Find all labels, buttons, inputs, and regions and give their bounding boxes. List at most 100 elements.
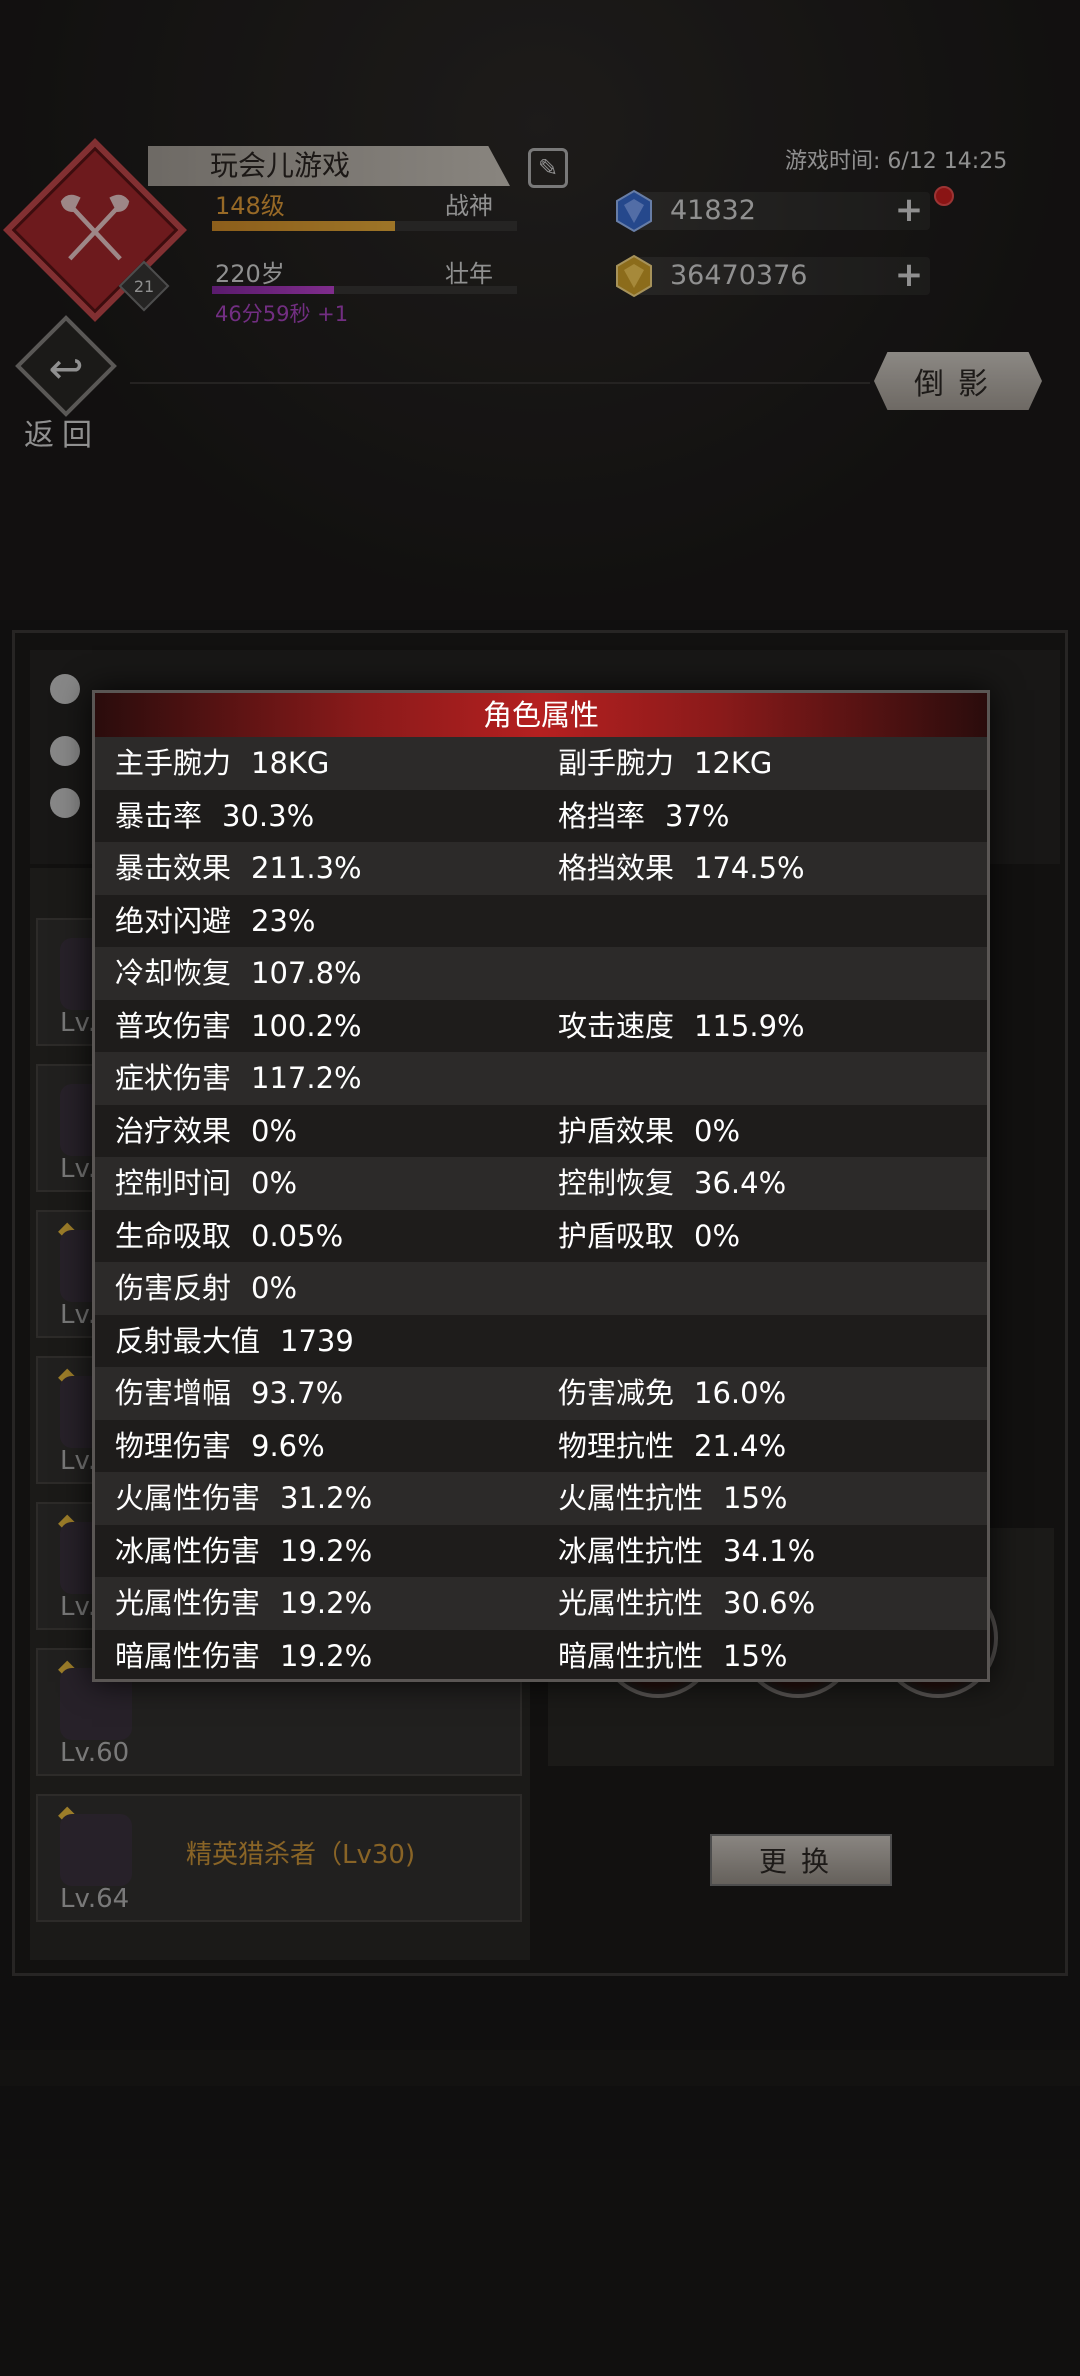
attribute-value: 19.2% <box>280 1533 373 1568</box>
attribute-value: 0% <box>251 1271 298 1305</box>
attribute-row: 火属性伤害 31.2% 火属性抗性 15% <box>95 1472 987 1525</box>
attribute-left: 伤害增幅 93.7% <box>115 1367 343 1420</box>
attribute-name: 火属性伤害 <box>115 1481 261 1515</box>
attribute-name: 格挡率 <box>558 798 646 833</box>
attribute-left: 症状伤害 117.2% <box>115 1052 362 1105</box>
attribute-value: 1739 <box>280 1323 354 1358</box>
attribute-name: 物理伤害 <box>115 1428 232 1463</box>
attribute-row: 冷却恢复 107.8% <box>95 947 987 1000</box>
attribute-value: 19.2% <box>280 1586 373 1620</box>
attribute-value: 15% <box>723 1481 788 1515</box>
attribute-right: 火属性抗性 15% <box>558 1472 787 1525</box>
attribute-name: 光属性抗性 <box>558 1586 704 1620</box>
attribute-row: 治疗效果 0% 护盾效果 0% <box>95 1104 987 1158</box>
attribute-name: 主手腕力 <box>115 746 232 780</box>
attribute-name: 生命吸取 <box>115 1218 232 1253</box>
attribute-row: 暴击率 30.3% 格挡率 37% <box>95 789 987 843</box>
attribute-name: 伤害反射 <box>115 1271 232 1305</box>
attribute-value: 0% <box>251 1166 298 1200</box>
attributes-modal: 角色属性 主手腕力 18KG 副手腕力 12KG 暴击率 30.3% 格挡率 37% 暴击效果 2… <box>92 690 990 1682</box>
attribute-name: 控制时间 <box>115 1166 232 1200</box>
attribute-left: 绝对闪避 23% <box>115 895 315 948</box>
attribute-left: 冰属性伤害 19.2% <box>115 1525 372 1578</box>
attribute-left: 火属性伤害 31.2% <box>115 1472 372 1525</box>
attribute-left: 光属性伤害 19.2% <box>115 1577 372 1630</box>
attribute-left: 普攻伤害 100.2% <box>115 1000 362 1053</box>
attribute-right: 格挡效果 174.5% <box>558 842 805 895</box>
attribute-value: 15% <box>723 1638 788 1673</box>
attribute-name: 物理抗性 <box>558 1428 675 1463</box>
attribute-row: 伤害反射 0% <box>95 1262 987 1315</box>
attribute-name: 普攻伤害 <box>115 1008 232 1043</box>
attribute-name: 光属性伤害 <box>115 1586 261 1620</box>
attribute-value: 30.6% <box>723 1586 816 1620</box>
attribute-row: 光属性伤害 19.2% 光属性抗性 30.6% <box>95 1577 987 1630</box>
attribute-right: 伤害减免 16.0% <box>558 1367 786 1420</box>
attribute-name: 伤害增幅 <box>115 1376 232 1410</box>
attribute-name: 冰属性抗性 <box>558 1533 704 1568</box>
attribute-right <box>558 1315 578 1368</box>
attribute-value: 30.3% <box>222 798 315 833</box>
attribute-right: 冰属性抗性 34.1% <box>558 1525 815 1578</box>
attribute-left: 暗属性伤害 19.2% <box>115 1630 373 1680</box>
attribute-value: 115.9% <box>694 1008 805 1043</box>
attribute-right: 控制恢复 36.4% <box>558 1157 786 1210</box>
attribute-row: 反射最大值 1739 <box>95 1314 987 1368</box>
attribute-left: 物理伤害 9.6% <box>115 1420 325 1473</box>
attribute-value: 174.5% <box>694 851 805 885</box>
attribute-row: 主手腕力 18KG 副手腕力 12KG <box>95 737 987 790</box>
attribute-name: 副手腕力 <box>558 746 675 780</box>
attribute-row: 症状伤害 117.2% <box>95 1052 987 1105</box>
attribute-row: 暴击效果 211.3% 格挡效果 174.5% <box>95 842 987 895</box>
attribute-value: 19.2% <box>280 1638 373 1673</box>
attribute-name: 暗属性伤害 <box>115 1638 261 1673</box>
attribute-name: 症状伤害 <box>115 1061 232 1095</box>
attribute-row: 伤害增幅 93.7% 伤害减免 16.0% <box>95 1367 987 1420</box>
attribute-right <box>558 895 578 948</box>
attribute-value: 34.1% <box>723 1533 816 1568</box>
attribute-left: 暴击效果 211.3% <box>115 842 362 895</box>
attribute-value: 12KG <box>694 746 773 780</box>
attribute-left: 冷却恢复 107.8% <box>115 947 362 1000</box>
attribute-name: 冷却恢复 <box>115 956 232 990</box>
attribute-row: 普攻伤害 100.2% 攻击速度 115.9% <box>95 999 987 1053</box>
attribute-name: 伤害减免 <box>558 1376 675 1410</box>
attribute-value: 117.2% <box>251 1061 362 1095</box>
attribute-left: 主手腕力 18KG <box>115 737 329 790</box>
attribute-name: 格挡效果 <box>558 851 675 885</box>
attribute-name: 护盾效果 <box>558 1113 675 1148</box>
attribute-row: 生命吸取 0.05% 护盾吸取 0% <box>95 1209 987 1263</box>
attribute-name: 控制恢复 <box>558 1166 675 1200</box>
attribute-name: 火属性抗性 <box>558 1481 704 1515</box>
attribute-row: 绝对闪避 23% <box>95 894 987 948</box>
attribute-value: 93.7% <box>251 1376 344 1410</box>
attribute-left: 暴击率 30.3% <box>115 790 314 843</box>
attribute-right <box>558 947 578 1000</box>
attribute-row: 控制时间 0% 控制恢复 36.4% <box>95 1157 987 1210</box>
attribute-value: 16.0% <box>694 1376 787 1410</box>
attribute-right: 暗属性抗性 15% <box>558 1630 788 1680</box>
attribute-right: 格挡率 37% <box>558 790 729 843</box>
attribute-value: 36.4% <box>694 1166 787 1200</box>
attribute-value: 31.2% <box>280 1481 373 1515</box>
attribute-right: 护盾吸取 0% <box>558 1210 740 1263</box>
attribute-name: 暴击率 <box>115 798 203 833</box>
attribute-name: 护盾吸取 <box>558 1218 675 1253</box>
attribute-name: 治疗效果 <box>115 1113 232 1148</box>
attribute-right <box>558 1262 578 1315</box>
attribute-table: 主手腕力 18KG 副手腕力 12KG 暴击率 30.3% 格挡率 37% 暴击效果 211.3%… <box>95 737 987 1680</box>
attribute-value: 37% <box>665 798 730 833</box>
attribute-name: 暗属性抗性 <box>558 1638 704 1673</box>
attribute-name: 绝对闪避 <box>115 903 232 938</box>
attribute-value: 0% <box>694 1113 741 1148</box>
attribute-value: 0% <box>251 1113 298 1148</box>
attribute-value: 21.4% <box>694 1428 787 1463</box>
attribute-value: 9.6% <box>251 1428 325 1463</box>
attribute-value: 211.3% <box>251 851 362 885</box>
attribute-row: 暗属性伤害 19.2% 暗属性抗性 15% <box>95 1629 987 1680</box>
attribute-value: 107.8% <box>251 956 362 990</box>
attribute-name: 攻击速度 <box>558 1008 675 1043</box>
attribute-left: 治疗效果 0% <box>115 1105 297 1158</box>
attribute-value: 0% <box>694 1218 741 1253</box>
attribute-name: 暴击效果 <box>115 851 232 885</box>
